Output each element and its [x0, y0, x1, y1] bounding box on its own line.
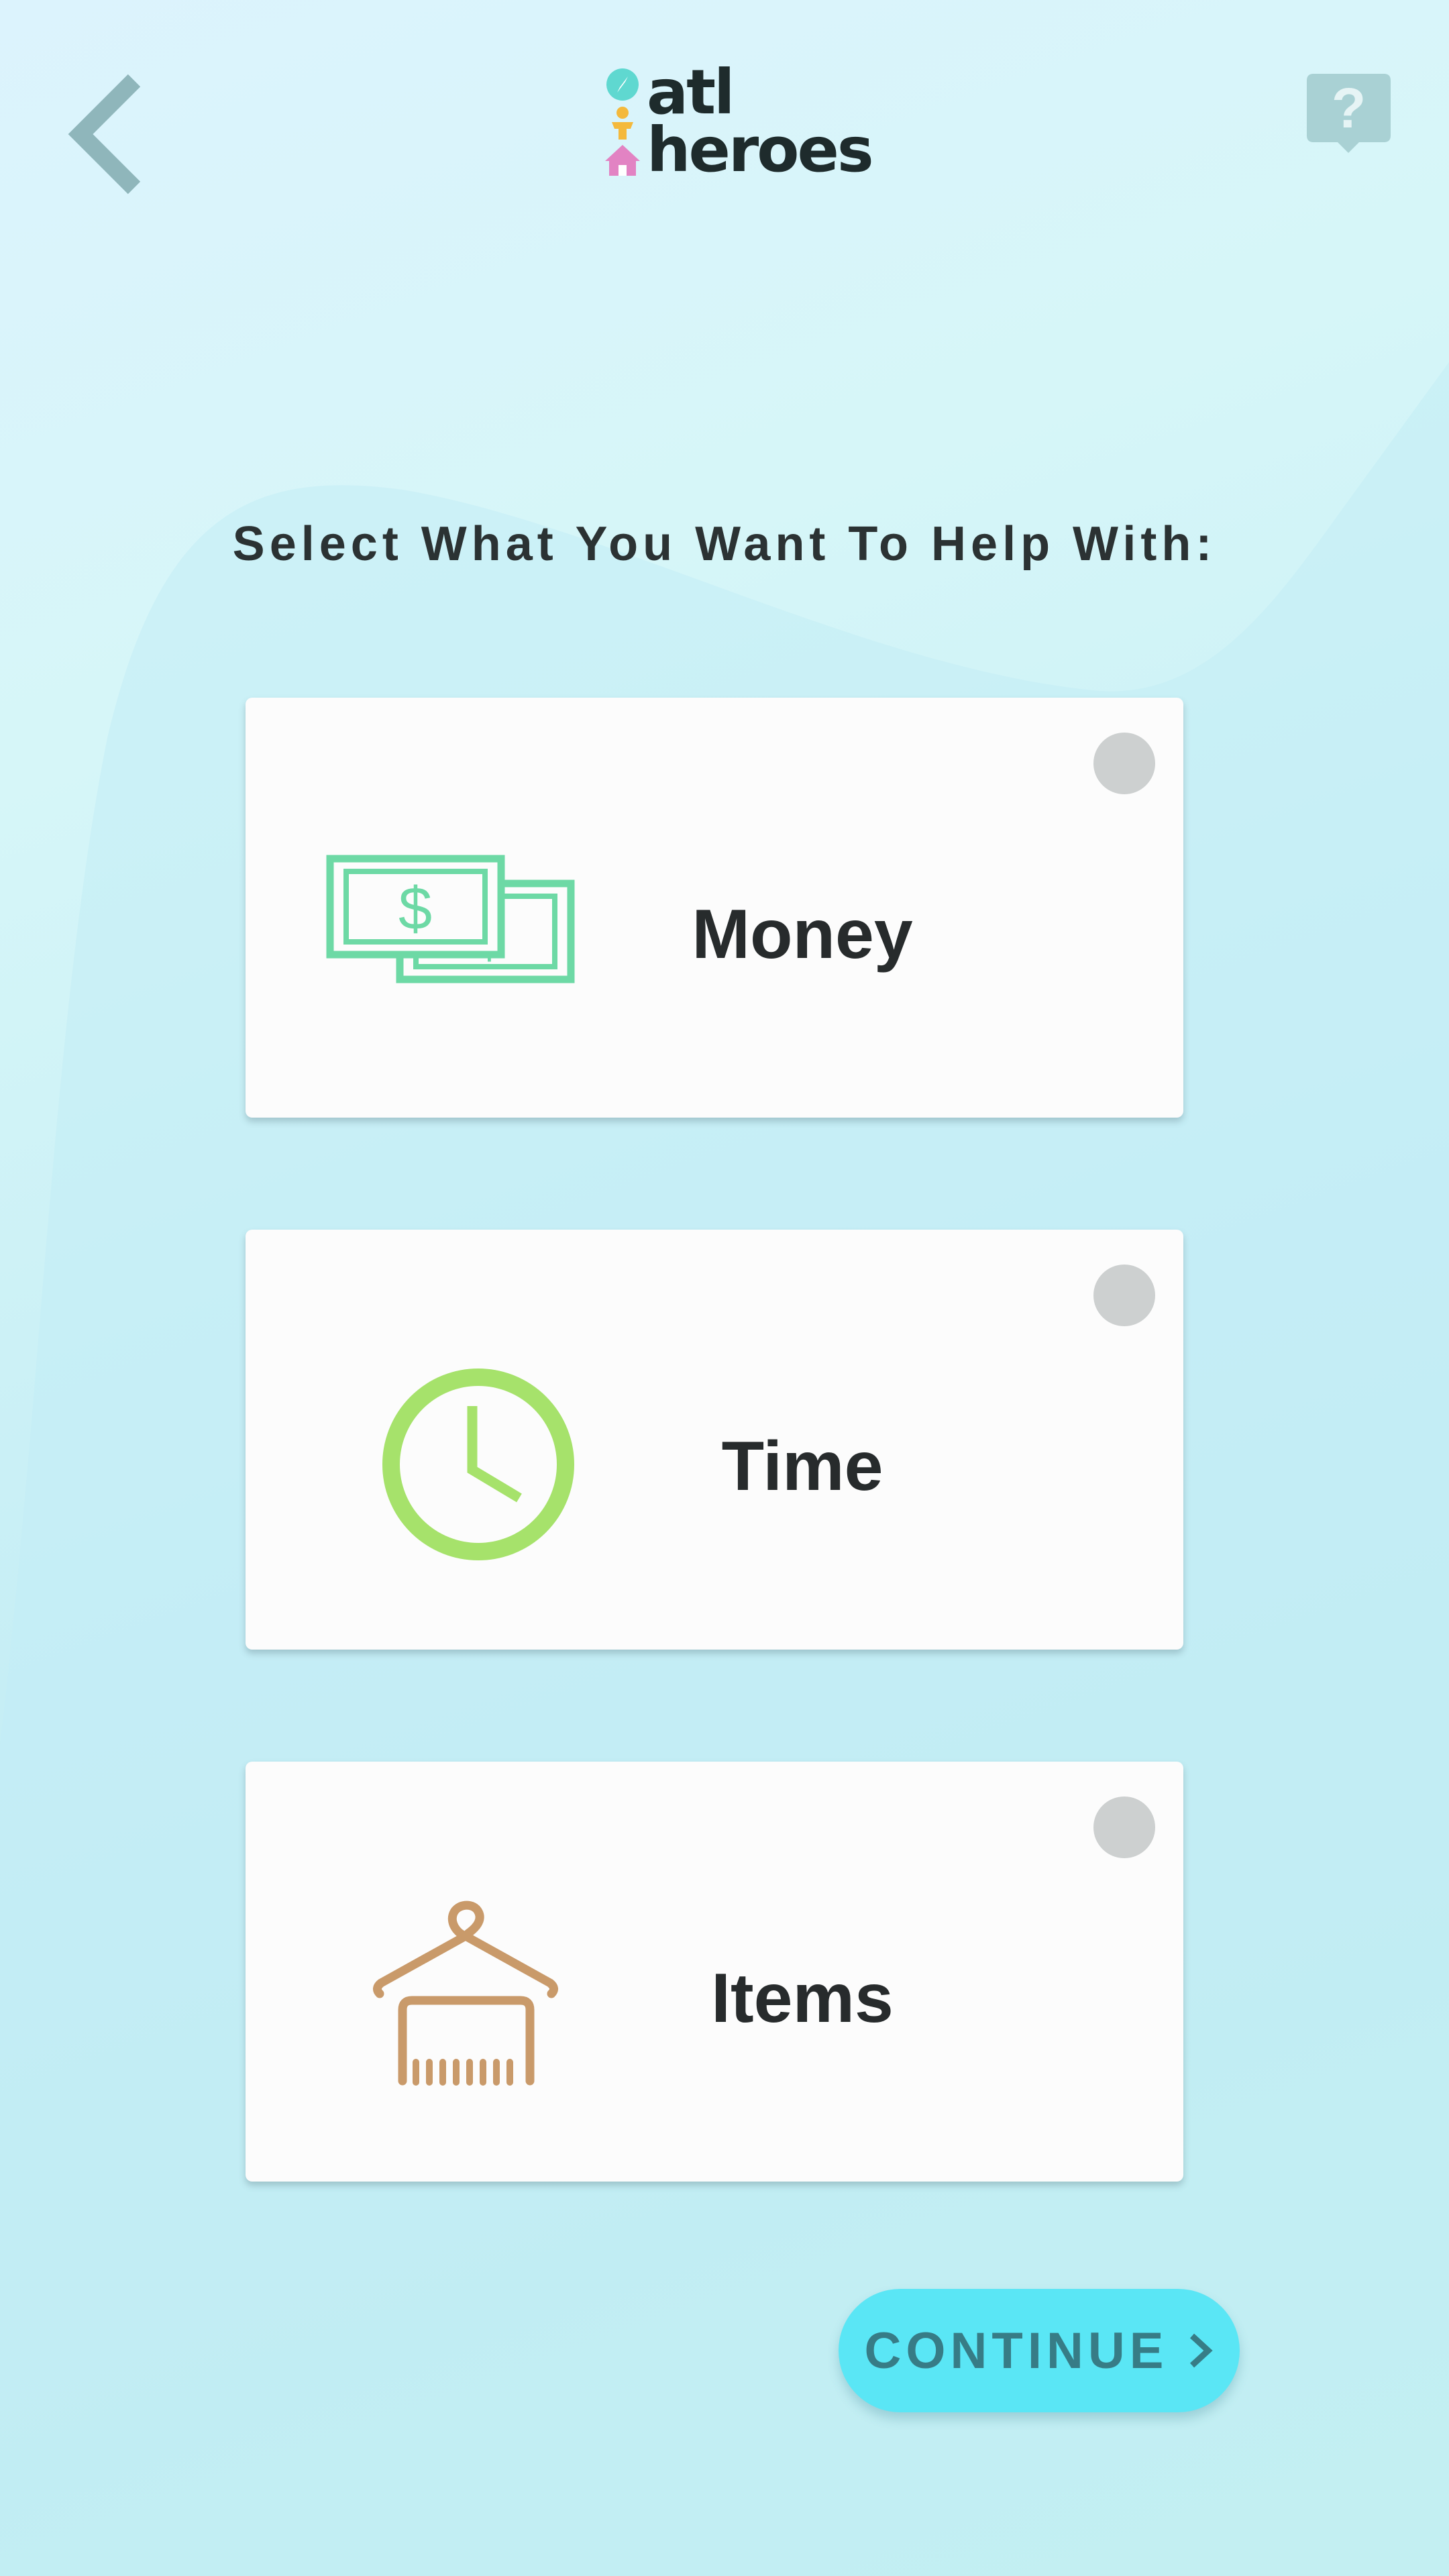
- radio-items[interactable]: [1093, 1796, 1155, 1858]
- option-card-time[interactable]: Time: [246, 1230, 1183, 1650]
- help-button[interactable]: ?: [1307, 74, 1391, 154]
- money-bills-icon: $ $: [326, 805, 594, 1033]
- option-card-items[interactable]: Items: [246, 1762, 1183, 2182]
- question-bubble-icon: ?: [1307, 74, 1391, 153]
- radio-time[interactable]: [1093, 1265, 1155, 1326]
- clock-icon: [326, 1337, 594, 1565]
- house-icon: [605, 145, 640, 176]
- option-label-money: Money: [692, 896, 913, 973]
- person-icon: [612, 107, 633, 140]
- option-card-money[interactable]: $ $ Money: [246, 698, 1183, 1118]
- back-button[interactable]: [60, 67, 154, 201]
- app-logo: atl heroes: [604, 62, 885, 186]
- chevron-left-icon: [68, 74, 141, 195]
- option-label-items: Items: [711, 1960, 894, 2037]
- chevron-right-icon: [1187, 2330, 1214, 2371]
- logo-icons: [605, 68, 640, 176]
- option-label-time: Time: [721, 1428, 883, 1505]
- radio-money[interactable]: [1093, 733, 1155, 794]
- logo-line-2: heroes: [647, 114, 874, 186]
- continue-button[interactable]: CONTINUE: [839, 2289, 1240, 2412]
- clothes-hanger-icon: [326, 1869, 594, 2097]
- page-title: Select What You Want To Help With:: [232, 517, 1217, 571]
- svg-text:$: $: [398, 875, 432, 943]
- svg-text:?: ?: [1332, 76, 1366, 140]
- compass-icon: [606, 68, 639, 101]
- continue-label: CONTINUE: [864, 2322, 1169, 2379]
- app-header: atl heroes ?: [0, 0, 1449, 241]
